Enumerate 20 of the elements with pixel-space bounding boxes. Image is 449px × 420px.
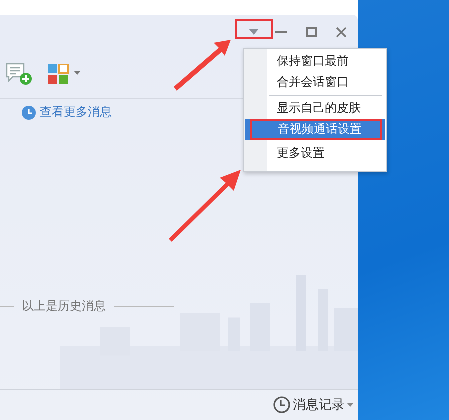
menu-item[interactable]: 显示自己的皮肤 <box>244 98 386 119</box>
maximize-icon <box>306 27 316 37</box>
annotation-box <box>235 19 273 39</box>
caret-icon <box>248 29 258 35</box>
annotation-arrow <box>174 40 231 91</box>
history-divider-label: 以上是历史消息 <box>22 298 106 315</box>
caret-icon <box>347 403 354 407</box>
clock-icon <box>273 396 291 414</box>
menu-item[interactable]: 合并会话窗口 <box>244 72 386 93</box>
minimize-icon <box>275 31 287 33</box>
more-messages-link[interactable]: 查看更多消息 <box>22 104 112 121</box>
menu-item[interactable]: 保持窗口最前 <box>244 51 386 72</box>
apps-icon[interactable] <box>48 64 82 84</box>
menu-item[interactable]: 音视频通话设置 <box>245 119 385 140</box>
close-icon <box>336 26 346 38</box>
annotation-arrow <box>169 170 241 242</box>
chat-add-icon[interactable] <box>6 62 32 86</box>
menu-item[interactable]: 更多设置 <box>244 140 386 165</box>
message-record-button[interactable]: 消息记录 <box>273 396 354 414</box>
clock-icon <box>22 106 36 120</box>
